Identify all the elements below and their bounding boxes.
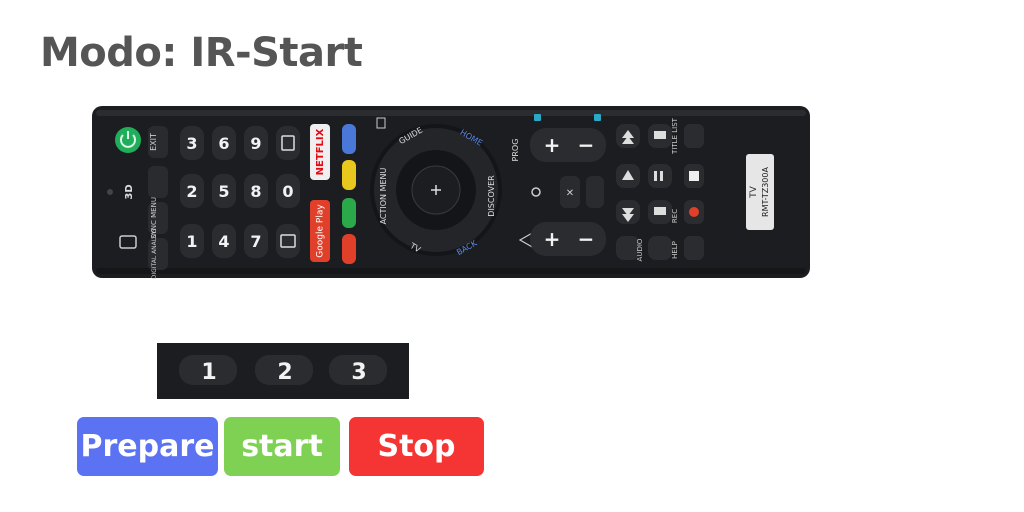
info-button[interactable] [276, 126, 300, 160]
green-button[interactable] [342, 198, 356, 228]
digit-3-button[interactable]: 3 [180, 126, 204, 160]
digit-label: 6 [218, 134, 229, 153]
digit-1-button[interactable]: 1 [180, 224, 204, 258]
title-list-button[interactable] [684, 124, 704, 148]
google-play-label: Google Play [316, 204, 326, 258]
blank-button[interactable] [586, 176, 604, 208]
discover-label: DISCOVER [487, 175, 496, 217]
digit-label: 8 [250, 182, 261, 201]
exit-button[interactable]: EXIT [148, 126, 168, 158]
digit-label: 1 [186, 232, 197, 251]
digit-label: 3 [186, 134, 197, 153]
digit-6-button[interactable]: 6 [212, 126, 236, 160]
text-button[interactable] [276, 224, 300, 258]
prog-label: PROG [511, 139, 520, 162]
crop-digit-label: 2 [277, 360, 292, 385]
action-menu-label: ACTION MENU [379, 167, 388, 224]
svg-text:+: + [544, 227, 561, 251]
svg-text:3D: 3D [124, 184, 135, 199]
rec-label: REC [671, 209, 679, 223]
digits-crop-image: 1 2 3 [157, 343, 409, 399]
digit-2-button[interactable]: 2 [180, 174, 204, 208]
help-label: HELP [671, 241, 679, 259]
digit-4-button[interactable]: 4 [212, 224, 236, 258]
prev-icon [654, 207, 666, 215]
digit-8-button[interactable]: 8 [244, 174, 268, 208]
tv-badge-label: TV [749, 185, 759, 198]
exit-label: EXIT [149, 133, 158, 151]
digit-0-button[interactable]: 0 [276, 174, 300, 208]
digit-label: 0 [282, 182, 293, 201]
start-button[interactable]: start [224, 417, 340, 476]
digit-label: 2 [186, 182, 197, 201]
stop-icon [689, 171, 699, 181]
dpad[interactable] [370, 124, 502, 256]
model-plate: TV RMT-TZ300A [746, 154, 774, 230]
digit-label: 4 [218, 232, 229, 251]
crop-digit-1-button: 1 [179, 355, 237, 385]
pause-icon [654, 171, 657, 181]
page-title: Modo: IR-Start [40, 30, 363, 76]
record-icon [689, 207, 699, 217]
digital-analog-label: DIGITAL ANALOG [151, 228, 158, 279]
subtitle-button[interactable] [148, 166, 168, 198]
prepare-button[interactable]: Prepare [77, 417, 218, 476]
digit-label: 5 [218, 182, 229, 201]
digit-5-button[interactable]: 5 [212, 174, 236, 208]
svg-text:−: − [578, 133, 595, 157]
netflix-button[interactable]: NETFLIX [310, 124, 330, 180]
prog-down-icon [594, 114, 601, 121]
prog-rocker[interactable]: + − [530, 128, 606, 162]
digit-9-button[interactable]: 9 [244, 126, 268, 160]
svg-text:+: + [544, 133, 561, 157]
yellow-button[interactable] [342, 160, 356, 190]
title-list-label: TITLE LIST [671, 117, 679, 155]
help-button[interactable] [648, 236, 672, 260]
blue-button[interactable] [342, 124, 356, 154]
mute-button[interactable]: ✕ [560, 176, 580, 208]
digit-7-button[interactable]: 7 [244, 224, 268, 258]
crop-digit-2-button: 2 [255, 355, 313, 385]
crop-digit-3-button: 3 [329, 355, 387, 385]
digit-label: 9 [250, 134, 261, 153]
power-icon[interactable] [115, 127, 141, 153]
prog-up-icon [534, 114, 541, 121]
digit-label: 7 [250, 232, 261, 251]
blank-2-button[interactable] [684, 236, 704, 260]
red-button[interactable] [342, 234, 356, 264]
next-icon [654, 131, 666, 139]
audio-label: AUDIO [636, 238, 644, 261]
netflix-label: NETFLIX [315, 128, 326, 175]
svg-text:✕: ✕ [566, 188, 574, 199]
remote-control-image: 3D EXIT SYNC MENU DIGITAL ANALOG 3 6 9 2… [92, 106, 810, 279]
google-play-button[interactable]: Google Play [310, 200, 330, 262]
crop-digit-label: 3 [351, 360, 366, 385]
volume-rocker[interactable]: + − [530, 222, 606, 256]
crop-digit-label: 1 [201, 360, 216, 385]
stop-button[interactable]: Stop [349, 417, 484, 476]
svg-text:−: − [578, 227, 595, 251]
model-label: RMT-TZ300A [761, 167, 770, 217]
